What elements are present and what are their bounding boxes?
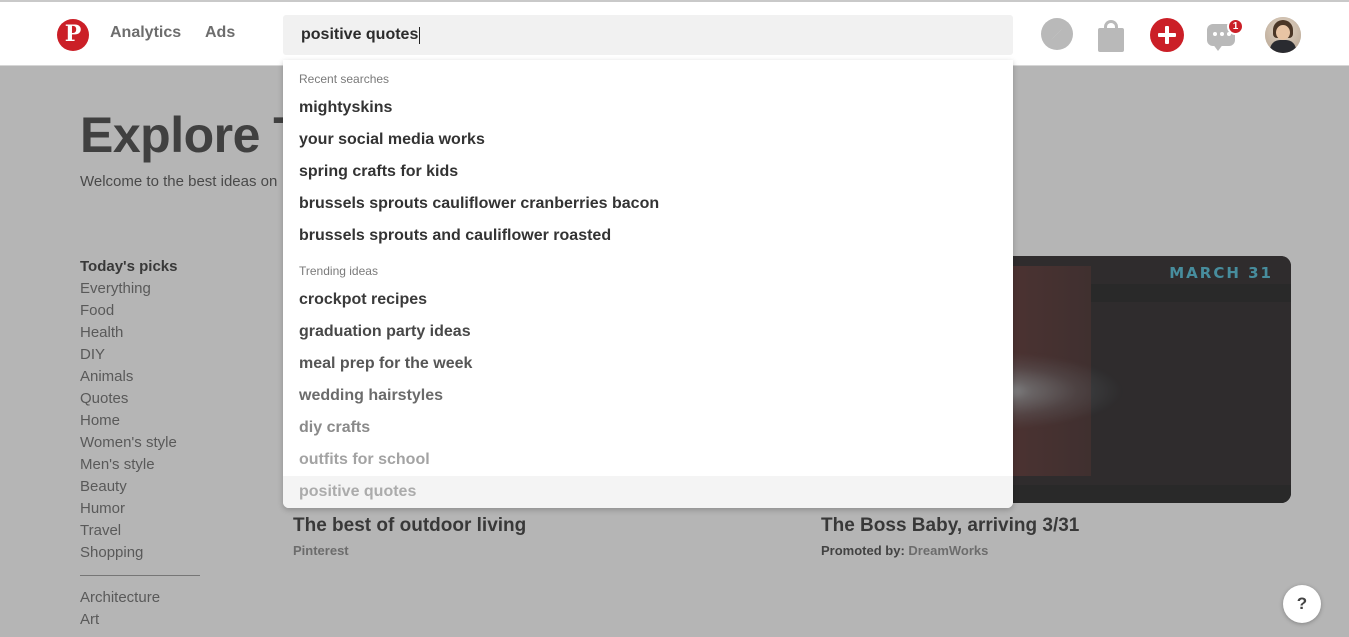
messages-icon[interactable]: 1 (1207, 18, 1245, 52)
text-cursor (419, 26, 421, 44)
avatar-face (1276, 25, 1290, 40)
compass-icon[interactable] (1041, 18, 1073, 50)
top-navigation-bar: P Analytics Ads positive quotes 1 (0, 0, 1349, 66)
nav-link-ads[interactable]: Ads (205, 24, 235, 42)
search-input[interactable]: positive quotes (283, 15, 1013, 55)
suggestion-item-graduation-party-ideas[interactable]: graduation party ideas (283, 316, 1013, 348)
suggestion-item-wedding-hairstyles[interactable]: wedding hairstyles (283, 380, 1013, 412)
nav-link-analytics[interactable]: Analytics (110, 24, 181, 42)
suggestion-item-crockpot-recipes[interactable]: crockpot recipes (283, 284, 1013, 316)
add-pin-icon-circle (1150, 18, 1184, 52)
suggestion-item-mightyskins[interactable]: mightyskins (283, 92, 1013, 124)
profile-avatar[interactable] (1265, 17, 1301, 53)
pinterest-explore-page: Explore T Welcome to the best ideas on T… (0, 0, 1349, 637)
suggestion-item-spring-crafts-for-kids[interactable]: spring crafts for kids (283, 156, 1013, 188)
compass-icon-needle (1050, 27, 1064, 41)
suggestion-item-outfits-for-school[interactable]: outfits for school (283, 444, 1013, 476)
messages-icon-dots (1213, 32, 1231, 36)
avatar-body (1270, 40, 1296, 53)
shopping-bag-icon-body (1098, 28, 1124, 52)
suggestion-item-your-social-media-works[interactable]: your social media works (283, 124, 1013, 156)
shopping-bag-icon[interactable] (1095, 18, 1127, 52)
suggestions-heading-trending: Trending ideas (299, 264, 378, 278)
add-pin-icon-bar-v (1165, 26, 1169, 44)
messages-icon-tail (1212, 43, 1224, 51)
suggestion-item-positive-quotes[interactable]: positive quotes (283, 476, 1013, 508)
suggestion-item-diy-crafts[interactable]: diy crafts (283, 412, 1013, 444)
search-suggestions-dropdown: Recent searches mightyskins your social … (283, 60, 1013, 508)
search-input-value: positive quotes (301, 26, 419, 43)
suggestions-heading-recent: Recent searches (299, 72, 390, 86)
compass-icon-circle (1041, 18, 1073, 50)
suggestion-item-meal-prep-for-the-week[interactable]: meal prep for the week (283, 348, 1013, 380)
suggestion-item-brussels-sprouts-cauliflower-cranberries-bacon[interactable]: brussels sprouts cauliflower cranberries… (283, 188, 1013, 220)
messages-unread-badge: 1 (1227, 18, 1244, 35)
help-button[interactable]: ? (1283, 585, 1321, 623)
pinterest-logo-icon[interactable]: P (57, 19, 89, 51)
add-pin-icon[interactable] (1150, 18, 1184, 52)
suggestion-item-brussels-sprouts-and-cauliflower-roasted[interactable]: brussels sprouts and cauliflower roasted (283, 220, 1013, 252)
